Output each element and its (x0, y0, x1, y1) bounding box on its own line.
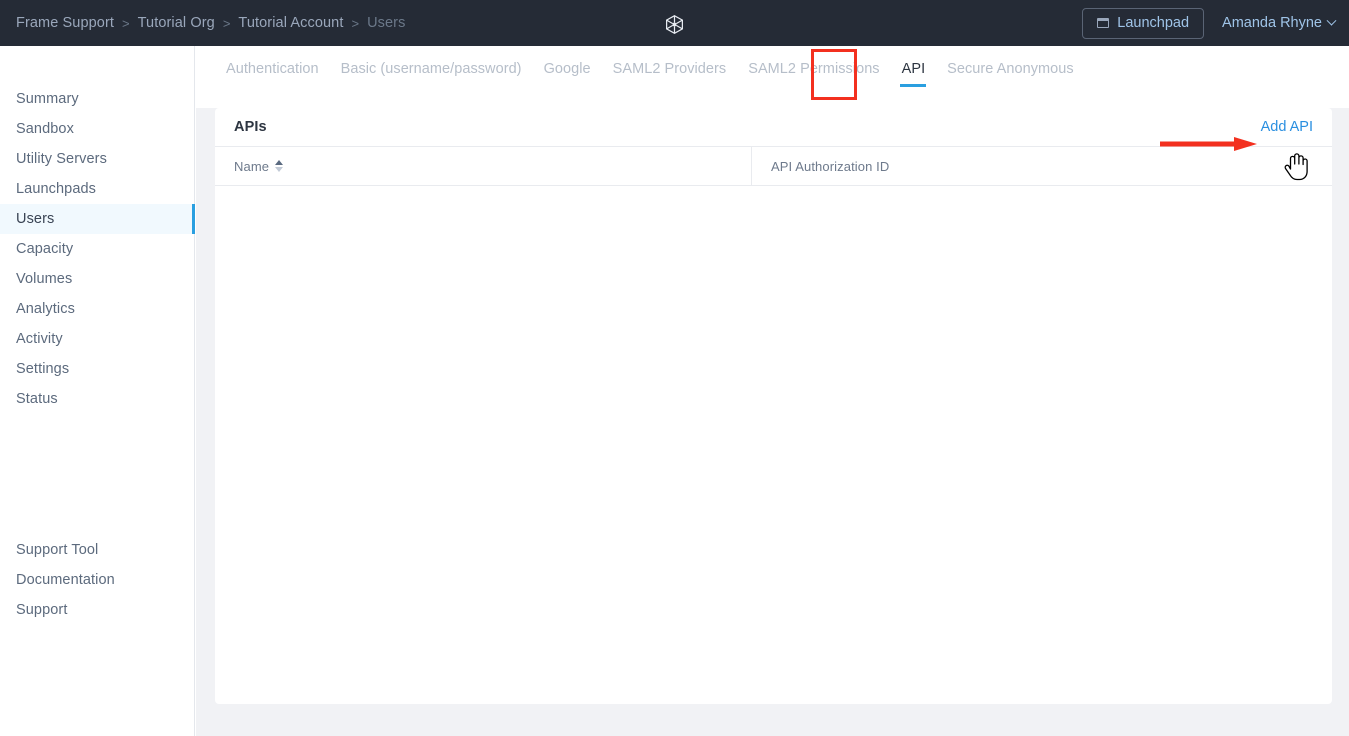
breadcrumb-separator: > (351, 15, 360, 31)
user-menu[interactable]: Amanda Rhyne (1222, 15, 1337, 31)
chevron-down-icon (1326, 15, 1337, 26)
sidebar-item-label: Launchpads (16, 181, 97, 197)
column-header-label: Name (234, 158, 270, 174)
launchpad-button-label: Launchpad (1117, 15, 1190, 31)
window-icon (1097, 18, 1110, 28)
tab-label: Secure Anonymous (947, 61, 1074, 77)
tab-bar: Authentication Basic (username/password)… (196, 46, 1349, 108)
breadcrumb-item-2[interactable]: Tutorial Account (238, 15, 343, 31)
sidebar-item-label: Settings (16, 361, 70, 377)
cube-logo-icon (663, 13, 685, 35)
tab-authentication[interactable]: Authentication (215, 46, 330, 92)
breadcrumb-item-1[interactable]: Tutorial Org (138, 15, 215, 31)
breadcrumb-separator: > (222, 15, 231, 31)
sidebar-primary-nav: Summary Sandbox Utility Servers Launchpa… (0, 46, 195, 414)
sidebar-item-label: Summary (16, 91, 79, 107)
user-menu-label: Amanda Rhyne (1222, 15, 1322, 31)
tab-google[interactable]: Google (533, 46, 602, 92)
sidebar-item-label: Volumes (16, 271, 73, 287)
tab-label: SAML2 Permissions (748, 61, 880, 77)
tab-secure-anonymous[interactable]: Secure Anonymous (936, 46, 1085, 92)
sidebar-item-support[interactable]: Support (0, 595, 195, 625)
sidebar-item-sandbox[interactable]: Sandbox (0, 114, 194, 144)
sidebar-item-capacity[interactable]: Capacity (0, 234, 194, 264)
sidebar-item-analytics[interactable]: Analytics (0, 294, 194, 324)
sidebar-item-users[interactable]: Users (0, 204, 195, 234)
column-header-name[interactable]: Name (215, 147, 752, 185)
sidebar-item-label: Status (16, 391, 58, 407)
tab-basic-username-password[interactable]: Basic (username/password) (330, 46, 533, 92)
sidebar-item-summary[interactable]: Summary (0, 84, 194, 114)
sidebar-item-documentation[interactable]: Documentation (0, 565, 195, 595)
sidebar-item-launchpads[interactable]: Launchpads (0, 174, 194, 204)
main-content: Authentication Basic (username/password)… (196, 46, 1349, 736)
breadcrumb-separator: > (122, 15, 130, 31)
page-title: APIs (234, 119, 267, 135)
top-bar-right: Launchpad Amanda Rhyne (1082, 0, 1337, 46)
sidebar-item-label: Analytics (16, 301, 75, 317)
sidebar-item-label: Sandbox (16, 121, 74, 137)
sort-chevrons-icon[interactable] (275, 160, 284, 172)
launchpad-button[interactable]: Launchpad (1082, 7, 1205, 39)
sidebar: Summary Sandbox Utility Servers Launchpa… (0, 46, 195, 736)
column-header-api-authorization-id[interactable]: API Authorization ID (752, 147, 1332, 185)
breadcrumb: Frame Support > Tutorial Org > Tutorial … (16, 15, 405, 31)
tab-label: Google (543, 61, 591, 77)
tab-saml2-providers[interactable]: SAML2 Providers (602, 46, 738, 92)
sidebar-item-label: Users (16, 211, 55, 227)
sidebar-item-support-tool[interactable]: Support Tool (0, 535, 195, 565)
tab-label: Authentication (226, 61, 319, 77)
breadcrumb-item-current: Users (367, 15, 406, 31)
sidebar-item-label: Activity (16, 331, 63, 347)
top-bar: Frame Support > Tutorial Org > Tutorial … (0, 0, 1349, 46)
tab-label: Basic (username/password) (340, 61, 522, 77)
sidebar-item-settings[interactable]: Settings (0, 354, 194, 384)
sidebar-item-utility-servers[interactable]: Utility Servers (0, 144, 194, 174)
sidebar-item-label: Support Tool (16, 542, 99, 558)
sidebar-item-volumes[interactable]: Volumes (0, 264, 194, 294)
column-header-label: API Authorization ID (771, 158, 890, 174)
breadcrumb-item-0[interactable]: Frame Support (16, 15, 114, 31)
sidebar-item-status[interactable]: Status (0, 384, 194, 414)
tab-label: API (901, 61, 926, 77)
sidebar-item-label: Utility Servers (16, 151, 107, 167)
page-root: Frame Support > Tutorial Org > Tutorial … (0, 0, 1349, 736)
apis-table-body (215, 186, 1332, 700)
apis-card-header: APIs Add API (215, 108, 1332, 146)
sidebar-secondary-nav: Support Tool Documentation Support (0, 535, 195, 625)
apis-table-header: Name API Authorization ID (215, 146, 1332, 186)
sidebar-item-label: Documentation (16, 572, 115, 588)
sidebar-item-label: Capacity (16, 241, 74, 257)
tab-label: SAML2 Providers (612, 61, 727, 77)
sidebar-item-activity[interactable]: Activity (0, 324, 194, 354)
sidebar-item-label: Support (16, 602, 68, 618)
add-api-link[interactable]: Add API (1261, 119, 1313, 135)
apis-card: APIs Add API Name API Authorization ID (215, 108, 1332, 704)
tab-api[interactable]: API (891, 46, 937, 92)
tab-saml2-permissions[interactable]: SAML2 Permissions (737, 46, 890, 92)
